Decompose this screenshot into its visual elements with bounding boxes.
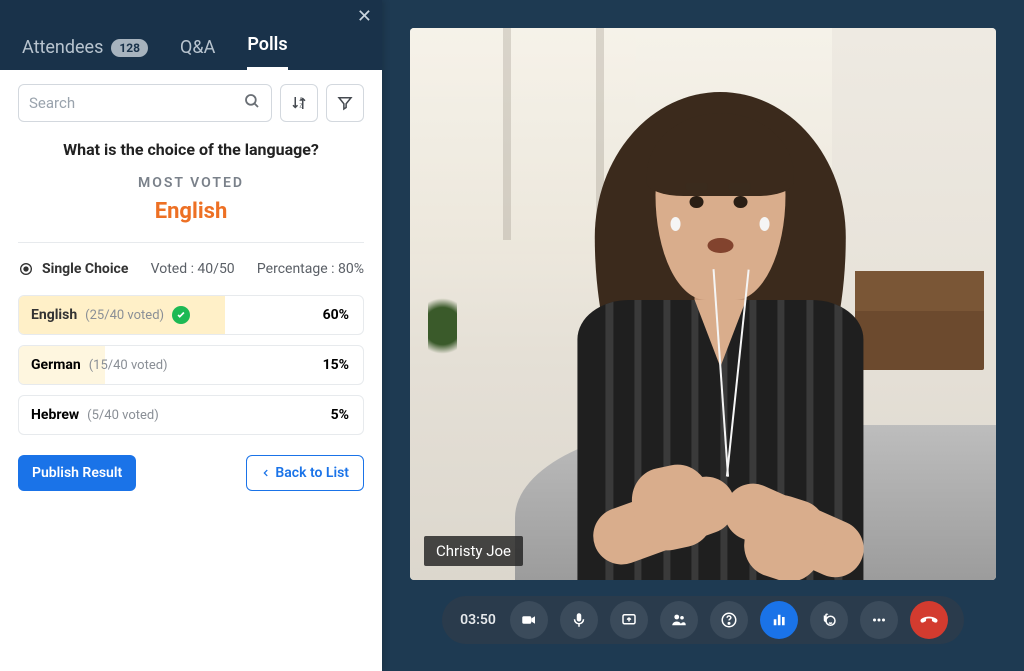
tab-polls[interactable]: Polls — [247, 34, 287, 70]
tab-qa[interactable]: Q&A — [180, 37, 215, 70]
chevron-left-icon — [261, 467, 271, 479]
voted-percentage: Percentage : 80% — [257, 261, 364, 277]
option-percentage: 60% — [323, 307, 363, 323]
question-icon — [720, 611, 738, 629]
reactions-button[interactable] — [810, 601, 848, 639]
search-icon[interactable] — [243, 92, 261, 114]
poll-actions: Publish Result Back to List — [18, 455, 364, 491]
participants-button[interactable] — [660, 601, 698, 639]
bars-icon — [770, 611, 788, 629]
poll-meta: Single Choice Voted : 40/50 Percentage :… — [18, 261, 364, 277]
filter-button[interactable] — [326, 84, 364, 122]
poll-type: Single Choice — [18, 261, 128, 277]
option-votes: (25/40 voted) — [85, 308, 164, 323]
hand-smile-icon — [820, 611, 838, 629]
search-box[interactable] — [18, 84, 272, 122]
polls-button[interactable] — [760, 601, 798, 639]
panel-body: AZ What is the choice of the language? M… — [0, 70, 382, 505]
poll-option[interactable]: English (25/40 voted) 60% — [18, 295, 364, 335]
mic-button[interactable] — [560, 601, 598, 639]
close-icon[interactable]: ✕ — [357, 6, 372, 27]
back-to-list-button[interactable]: Back to List — [246, 455, 364, 491]
meeting-stage: Christy Joe 03:50 — [382, 0, 1024, 671]
more-button[interactable] — [860, 601, 898, 639]
dots-icon — [870, 611, 888, 629]
option-votes: (5/40 voted) — [87, 408, 159, 423]
most-voted-label: MOST VOTED — [18, 175, 364, 191]
video-icon — [520, 611, 538, 629]
option-name: English — [31, 307, 77, 323]
poll-option[interactable]: Hebrew (5/40 voted) 5% — [18, 395, 364, 435]
share-button[interactable] — [610, 601, 648, 639]
poll-option[interactable]: German (15/40 voted) 15% — [18, 345, 364, 385]
option-name: German — [31, 357, 81, 373]
end-call-button[interactable] — [910, 601, 948, 639]
option-votes: (15/40 voted) — [89, 358, 168, 373]
tab-attendees[interactable]: Attendees 128 — [22, 37, 148, 70]
poll-question: What is the choice of the language? — [18, 140, 364, 159]
tab-label: Polls — [247, 34, 287, 55]
poll-type-label: Single Choice — [42, 261, 128, 277]
phone-hangup-icon — [919, 610, 939, 630]
video-illustration — [410, 28, 996, 580]
voted-count: Voted : 40/50 — [151, 261, 235, 277]
svg-text:A: A — [299, 97, 303, 103]
search-row: AZ — [18, 84, 364, 122]
microphone-icon — [570, 611, 588, 629]
polls-panel: ✕ Attendees 128 Q&A Polls AZ — [0, 0, 382, 671]
divider — [18, 242, 364, 243]
tab-label: Q&A — [180, 37, 215, 58]
help-button[interactable] — [710, 601, 748, 639]
panel-header: ✕ Attendees 128 Q&A Polls — [0, 0, 382, 70]
radio-icon — [18, 261, 34, 277]
option-percentage: 15% — [323, 357, 363, 373]
poll-winner: English — [18, 199, 364, 224]
meeting-timer: 03:50 — [460, 612, 496, 628]
panel-tabs: Attendees 128 Q&A Polls — [22, 34, 360, 70]
option-name: Hebrew — [31, 407, 79, 423]
poll-options: English (25/40 voted) 60% German (15/40 vote… — [18, 295, 364, 435]
check-icon — [172, 306, 190, 324]
presenter-video[interactable]: Christy Joe — [410, 28, 996, 580]
meeting-toolbar: 03:50 — [442, 596, 964, 644]
tab-label: Attendees — [22, 37, 103, 58]
svg-text:Z: Z — [299, 104, 302, 110]
publish-result-button[interactable]: Publish Result — [18, 455, 136, 491]
sort-button[interactable]: AZ — [280, 84, 318, 122]
camera-button[interactable] — [510, 601, 548, 639]
search-input[interactable] — [29, 94, 243, 112]
people-icon — [670, 611, 688, 629]
share-screen-icon — [620, 611, 638, 629]
option-percentage: 5% — [331, 407, 363, 423]
presenter-name: Christy Joe — [424, 536, 523, 566]
attendees-count-badge: 128 — [111, 39, 148, 57]
back-label: Back to List — [275, 465, 349, 481]
